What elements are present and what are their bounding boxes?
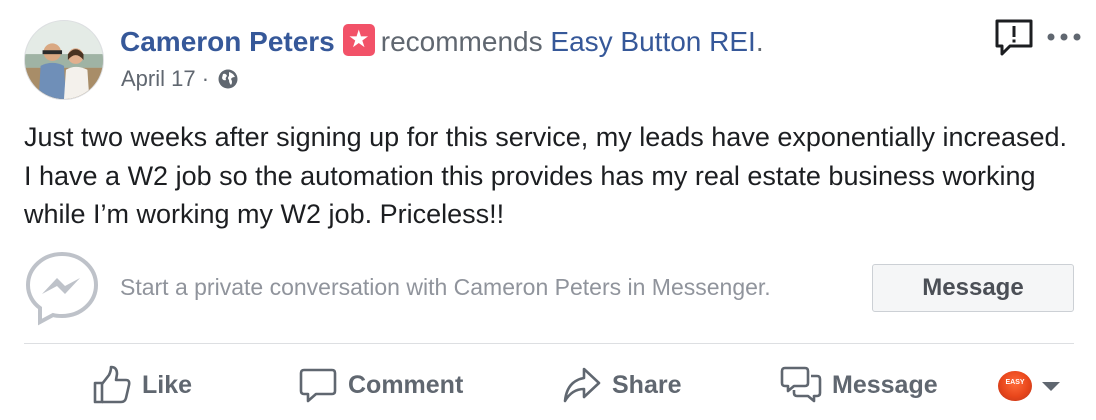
report-icon[interactable]	[994, 18, 1034, 58]
share-icon	[563, 367, 601, 403]
messenger-icon	[25, 251, 99, 326]
more-options-icon[interactable]	[1046, 30, 1082, 44]
message-button[interactable]: Message	[872, 264, 1074, 312]
recommendation-badge: ★	[342, 24, 375, 56]
actions-divider	[24, 343, 1074, 344]
post-date-link[interactable]: April 17	[121, 66, 196, 91]
page-name-link[interactable]: Easy Button REI	[550, 26, 755, 57]
post-header: Cameron Peters ★ recommends Easy Button RE…	[120, 24, 764, 60]
share-label: Share	[612, 370, 682, 399]
messenger-prompt-text: Start a private conversation with Camero…	[120, 274, 771, 300]
send-message-button[interactable]: Message	[780, 364, 938, 406]
recommends-text: recommends	[380, 26, 543, 57]
like-label: Like	[142, 370, 193, 399]
globe-icon[interactable]	[217, 68, 239, 90]
post-meta: April 17 ·	[121, 64, 239, 94]
page-identity-selector[interactable]: EASY	[998, 370, 1062, 402]
comment-button[interactable]: Comment	[298, 364, 463, 406]
messenger-prompt: Start a private conversation with Camero…	[24, 250, 1074, 326]
avatar-photo	[25, 21, 103, 99]
thumbs-up-icon	[93, 365, 131, 404]
post-actions-bar: Like Comment Share Message EASY	[0, 356, 1096, 416]
author-avatar[interactable]	[24, 20, 104, 100]
post-body-text: Just two weeks after signing up for this…	[24, 122, 1068, 229]
meta-separator: ·	[201, 66, 210, 91]
star-icon: ★	[348, 26, 370, 53]
chevron-down-icon	[1042, 382, 1060, 391]
comment-label: Comment	[348, 370, 464, 399]
page-thumbnail-text: EASY	[1005, 379, 1025, 386]
comment-icon	[299, 368, 337, 403]
message-label: Message	[832, 370, 938, 399]
page-thumbnail: EASY	[998, 371, 1032, 401]
header-period: .	[755, 26, 764, 57]
share-button[interactable]: Share	[562, 364, 681, 406]
author-name-link[interactable]: Cameron Peters	[120, 26, 335, 57]
messages-icon	[780, 366, 822, 403]
like-button[interactable]: Like	[92, 364, 192, 406]
